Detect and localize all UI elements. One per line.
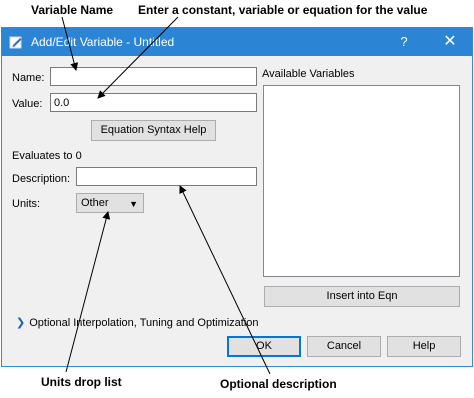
callout-variable-name: Variable Name [31, 3, 114, 17]
name-field[interactable] [50, 67, 257, 86]
insert-into-eqn-button[interactable]: Insert into Eqn [264, 286, 460, 307]
chevron-down-icon: ▼ [129, 199, 138, 209]
titlebar-help-button[interactable]: ? [394, 32, 414, 52]
edit-icon [9, 36, 22, 49]
value-field[interactable] [50, 93, 257, 112]
evaluates-text: Evaluates to 0 [12, 150, 82, 162]
chevron-right-icon: ❯ [16, 317, 26, 329]
optional-settings-expander[interactable]: ❯ Optional Interpolation, Tuning and Opti… [16, 316, 259, 329]
add-edit-variable-dialog: Add/Edit Variable - Untitled ? ✕ Name: V… [1, 27, 473, 367]
description-label: Description: [12, 173, 71, 185]
help-button[interactable]: Help [387, 336, 461, 357]
ok-button[interactable]: OK [227, 336, 301, 357]
name-label: Name: [12, 72, 45, 84]
units-selected-value: Other [81, 197, 109, 209]
callout-optional-description: Optional description [220, 377, 337, 391]
units-dropdown[interactable]: Other ▼ [76, 193, 144, 213]
dialog-title: Add/Edit Variable - Untitled [31, 35, 175, 49]
description-field[interactable] [76, 167, 257, 186]
units-label: Units: [12, 198, 41, 210]
equation-syntax-help-button[interactable]: Equation Syntax Help [91, 120, 216, 141]
callout-units-drop-list: Units drop list [41, 375, 122, 389]
available-variables-list[interactable] [263, 85, 460, 277]
dialog-titlebar: Add/Edit Variable - Untitled ? ✕ [2, 28, 472, 56]
cancel-button[interactable]: Cancel [307, 336, 381, 357]
close-button[interactable]: ✕ [438, 32, 462, 52]
value-label: Value: [12, 98, 43, 110]
optional-settings-label: Optional Interpolation, Tuning and Optim… [29, 317, 259, 329]
available-variables-label: Available Variables [262, 68, 355, 80]
callout-value-hint: Enter a constant, variable or equation f… [138, 3, 428, 17]
